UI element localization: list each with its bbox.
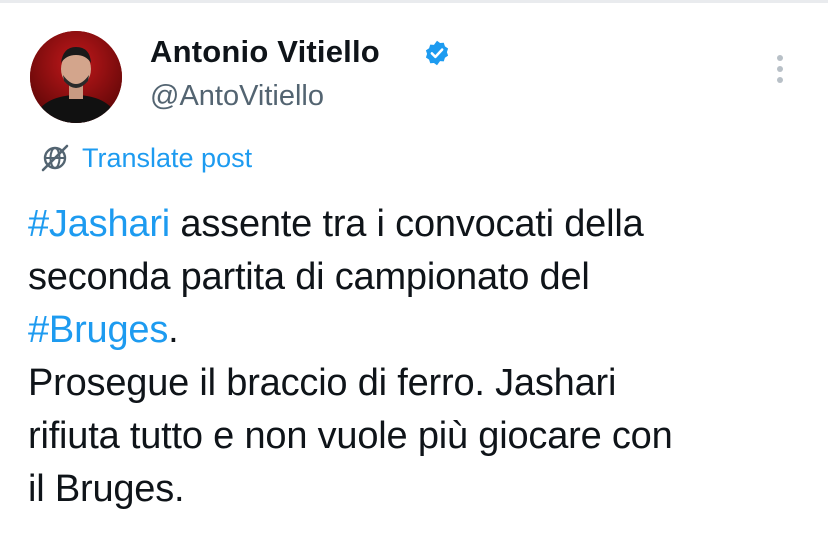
author-handle[interactable]: @AntoVitiello bbox=[150, 80, 324, 113]
hashtag-jashari[interactable]: #Jashari bbox=[28, 203, 170, 245]
verified-badge-icon bbox=[425, 40, 449, 66]
author-name[interactable]: Antonio Vitiello bbox=[150, 34, 380, 70]
tweet-line: #Bruges. bbox=[28, 304, 818, 357]
tweet-line: seconda partita di campionato del bbox=[28, 256, 590, 298]
avatar[interactable] bbox=[30, 31, 122, 123]
tweet-line: il Bruges. bbox=[28, 468, 185, 510]
translate-globe-icon bbox=[41, 144, 69, 172]
tweet-text-segment: . bbox=[168, 309, 179, 351]
tweet-line: #Jashari assente tra i convocati della bbox=[28, 198, 818, 251]
top-divider bbox=[0, 0, 828, 3]
tweet-line: rifiuta tutto e non vuole più giocare co… bbox=[28, 415, 673, 457]
hashtag-bruges[interactable]: #Bruges bbox=[28, 309, 168, 351]
tweet-line: Prosegue il braccio di ferro. Jashari bbox=[28, 362, 617, 404]
more-vertical-icon[interactable] bbox=[768, 52, 792, 86]
tweet-text: #Jashari assente tra i convocati della s… bbox=[28, 198, 818, 516]
tweet-text-segment: assente tra i convocati della bbox=[170, 203, 644, 245]
translate-post-button[interactable]: Translate post bbox=[40, 140, 252, 176]
translate-post-label: Translate post bbox=[82, 142, 253, 173]
